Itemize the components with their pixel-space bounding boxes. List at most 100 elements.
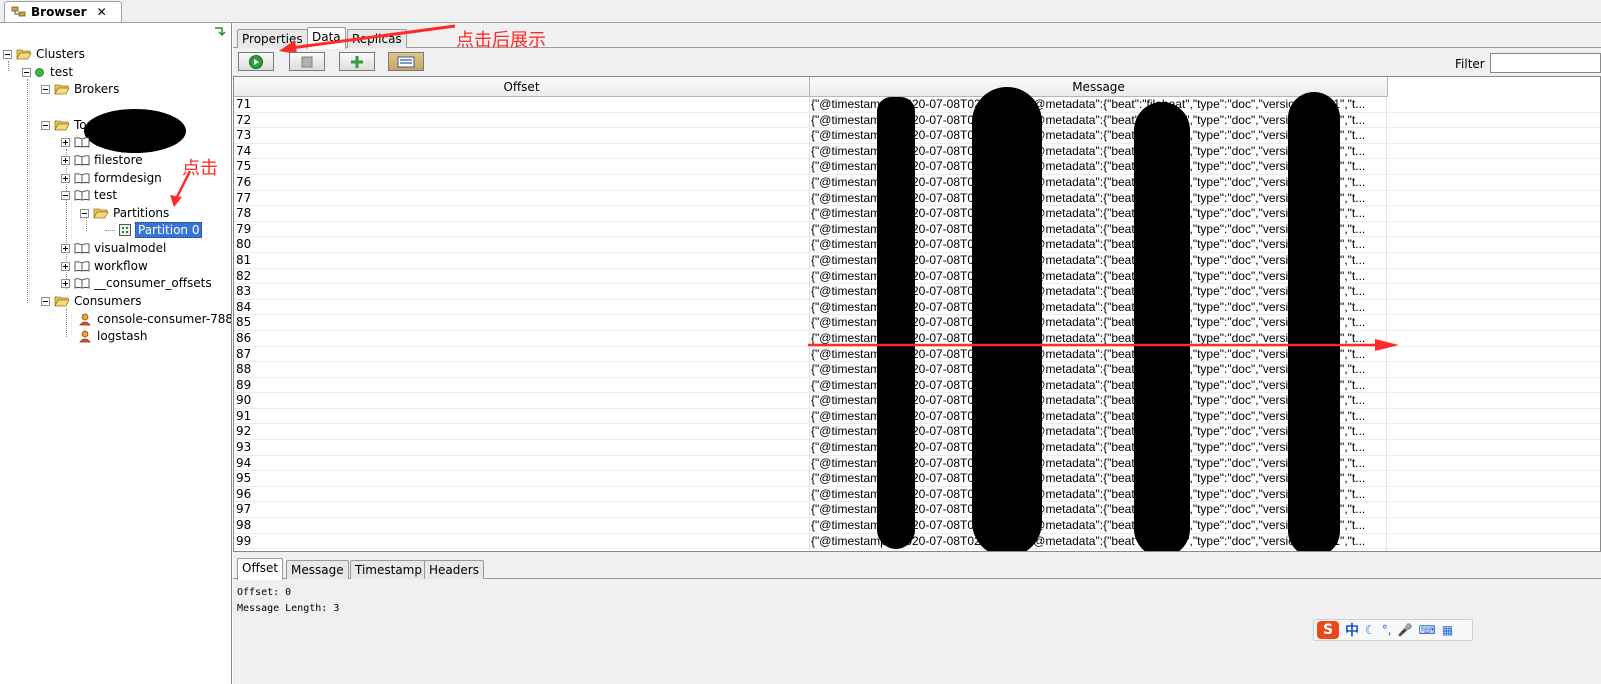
table-row[interactable]: 92 {"@timestamp":"2020-07-08T02:5.389Z","… (234, 424, 1600, 441)
tree-item-topic-formdesign[interactable]: formdesign (61, 169, 162, 187)
tab-message[interactable]: Message (286, 560, 349, 579)
offset-cell: 90 (236, 393, 252, 408)
table-row[interactable]: 76 {"@timestamp":"2020-07-08T02:5.385Z","… (234, 174, 1600, 191)
table-row[interactable]: 77 {"@timestamp":"2020-07-08T02:5.385Z","… (234, 191, 1600, 207)
table-row[interactable]: 89 {"@timestamp":"2020-07-08T02:5.388Z","… (234, 378, 1600, 394)
offset-cell: 99 (236, 533, 252, 548)
offset-cell: 71 (236, 97, 252, 111)
table-row[interactable]: 75 {"@timestamp":"2020-07-08T02:5.384Z","… (234, 159, 1600, 175)
collapse-toggle[interactable] (22, 67, 31, 77)
tree-item-consumer-console[interactable]: console-consumer-788 (79, 310, 232, 328)
offset-cell: 96 (236, 486, 252, 501)
folder-open-icon (54, 296, 70, 307)
table-row[interactable]: 81 {"@timestamp":"2020-07-08T02:5.386Z","… (234, 252, 1600, 269)
table-row[interactable]: 78 {"@timestamp":"2020-07-08T02:5.386Z","… (234, 206, 1600, 222)
tree-item-topic-catalina[interactable]: catalina (61, 133, 142, 151)
tab-headers[interactable]: Headers (424, 560, 484, 579)
offset-cell: 94 (236, 455, 252, 470)
offset-cell: 86 (236, 330, 252, 345)
tree-item-clusters[interactable]: Clusters (3, 45, 85, 63)
offset-cell: 81 (236, 252, 252, 267)
offset-cell: 88 (236, 362, 252, 377)
table-row[interactable]: 74 {"@timestamp":"2020-07-08T02:5.383Z","… (234, 144, 1600, 160)
table-row[interactable]: 82 {"@timestamp":"2020-07-08T02:5.386Z","… (234, 269, 1600, 285)
collapse-toggle[interactable] (41, 296, 50, 306)
collapse-toggle[interactable] (80, 208, 89, 218)
detail-tab-bar: Offset Message Timestamp Headers (233, 556, 1601, 580)
expand-toggle[interactable] (61, 137, 70, 147)
view-mode-button[interactable] (388, 52, 424, 71)
tree-item-label: Partition 0 (135, 222, 203, 238)
collapse-tree-icon[interactable] (212, 25, 226, 39)
tree-item-consumer-logstash[interactable]: logstash (79, 327, 147, 345)
expand-toggle[interactable] (61, 173, 70, 183)
keyboard-icon[interactable]: ⌨ (1419, 623, 1436, 637)
table-row[interactable]: 85 {"@timestamp":"2020-07-08T02:5.387Z","… (234, 315, 1600, 331)
messages-table: Offset Message 71 {"@timestamp":"2020-07-… (233, 76, 1601, 552)
tree-item-topic-visualmodel[interactable]: visualmodel (61, 239, 166, 257)
tree-item-label: console-consumer-788 (97, 312, 232, 326)
folder-open-icon (93, 208, 109, 219)
redaction-scribble (877, 97, 915, 549)
stop-button[interactable] (289, 52, 325, 71)
ime-mode-toggle[interactable]: 中 (1345, 620, 1359, 640)
table-row[interactable]: 79 {"@timestamp":"2020-07-08T02:5.386Z","… (234, 222, 1600, 238)
tree-item-topic-workflow[interactable]: workflow (61, 257, 148, 275)
table-row[interactable]: 88 {"@timestamp":"2020-07-08T02:5.388Z","… (234, 362, 1600, 378)
moon-icon[interactable]: ☾ (1365, 623, 1376, 637)
toolbox-icon[interactable]: ▦ (1442, 623, 1453, 637)
play-icon (249, 54, 263, 69)
tree-item-topic-consumer-offsets[interactable]: __consumer_offsets (61, 274, 212, 292)
start-button[interactable] (238, 52, 274, 71)
table-row[interactable]: 84 {"@timestamp":"2020-07-08T02:5.387Z","… (234, 300, 1600, 316)
table-row[interactable]: 94 {"@timestamp":"2020-07-08T02:5.383Z","… (234, 455, 1600, 472)
offset-cell: 76 (236, 174, 252, 189)
table-row[interactable]: 80 {"@timestamp":"2020-07-08T02:5.386Z","… (234, 237, 1600, 253)
collapse-toggle[interactable] (41, 120, 50, 130)
table-row[interactable]: 71 {"@timestamp":"2020-07-08T02:5.381Z","… (234, 97, 1600, 113)
table-row[interactable]: 95 {"@timestamp":"2020-07-08T02:5.383Z","… (234, 471, 1600, 487)
expand-toggle[interactable] (61, 261, 70, 271)
close-icon[interactable]: ✕ (97, 5, 107, 19)
table-row[interactable]: 98 {"@timestamp":"2020-07-08T02:5.686Z","… (234, 518, 1600, 534)
tree-item-partition-0[interactable]: Partition 0 (119, 221, 203, 239)
expand-toggle[interactable] (61, 243, 70, 253)
table-row[interactable]: 73 {"@timestamp":"2020-07-08T02:5.382Z","… (234, 128, 1600, 144)
offset-cell: 78 (236, 206, 252, 221)
ime-logo-icon[interactable]: S (1317, 621, 1339, 639)
redaction-scribble (1288, 92, 1340, 551)
table-row[interactable]: 99 {"@timestamp":"2020-07-08T02:5.687Z","… (234, 533, 1600, 550)
column-header-offset[interactable]: Offset (234, 77, 810, 97)
microphone-icon[interactable]: 🎤 (1398, 623, 1413, 637)
folder-open-icon (54, 120, 70, 131)
tree-item-consumers[interactable]: Consumers (41, 292, 141, 310)
tab-offset[interactable]: Offset (237, 558, 284, 580)
tree-item-topic-test[interactable]: test (61, 186, 117, 204)
table-row[interactable]: 91 {"@timestamp":"2020-07-08T02:5.388Z","… (234, 408, 1600, 425)
punctuation-icon[interactable]: °, (1382, 623, 1392, 637)
tree-item-label: logstash (97, 329, 148, 343)
collapse-toggle[interactable] (41, 84, 50, 94)
tree-item-brokers[interactable]: Brokers (41, 80, 119, 98)
browser-tab[interactable]: Browser ✕ (4, 1, 122, 22)
table-row[interactable]: 97 {"@timestamp":"2020-07-08T02:5.686Z","… (234, 502, 1600, 519)
offset-cell: 87 (236, 346, 252, 361)
table-row[interactable]: 90 {"@timestamp":"2020-07-08T02:5.388Z","… (234, 393, 1600, 409)
table-row[interactable]: 93 {"@timestamp":"2020-07-08T02:5.389Z","… (234, 440, 1600, 456)
add-message-button[interactable] (339, 52, 375, 71)
expand-toggle[interactable] (61, 278, 70, 288)
browser-tree-icon (11, 6, 26, 17)
tree-item-partitions[interactable]: Partitions (80, 204, 169, 222)
tree-item-cluster-test[interactable]: test (22, 63, 73, 81)
table-row[interactable]: 96 {"@timestamp":"2020-07-08T02:5.384Z","… (234, 486, 1600, 503)
collapse-toggle[interactable] (3, 49, 12, 59)
table-row[interactable]: 72 {"@timestamp":"2020-07-08T02:5.382Z","… (234, 113, 1600, 129)
tree-item-topic-filestore[interactable]: filestore (61, 151, 143, 169)
filter-input[interactable] (1490, 53, 1601, 73)
collapse-toggle[interactable] (61, 190, 70, 200)
expand-toggle[interactable] (61, 155, 70, 165)
cluster-tree-panel: Clusters test Brokers Topics catalina fi… (0, 23, 232, 684)
table-row[interactable]: 83 {"@timestamp":"2020-07-08T02:5.387Z","… (234, 284, 1600, 300)
offset-cell: 91 (236, 408, 252, 423)
tab-timestamp[interactable]: Timestamp (350, 560, 427, 579)
